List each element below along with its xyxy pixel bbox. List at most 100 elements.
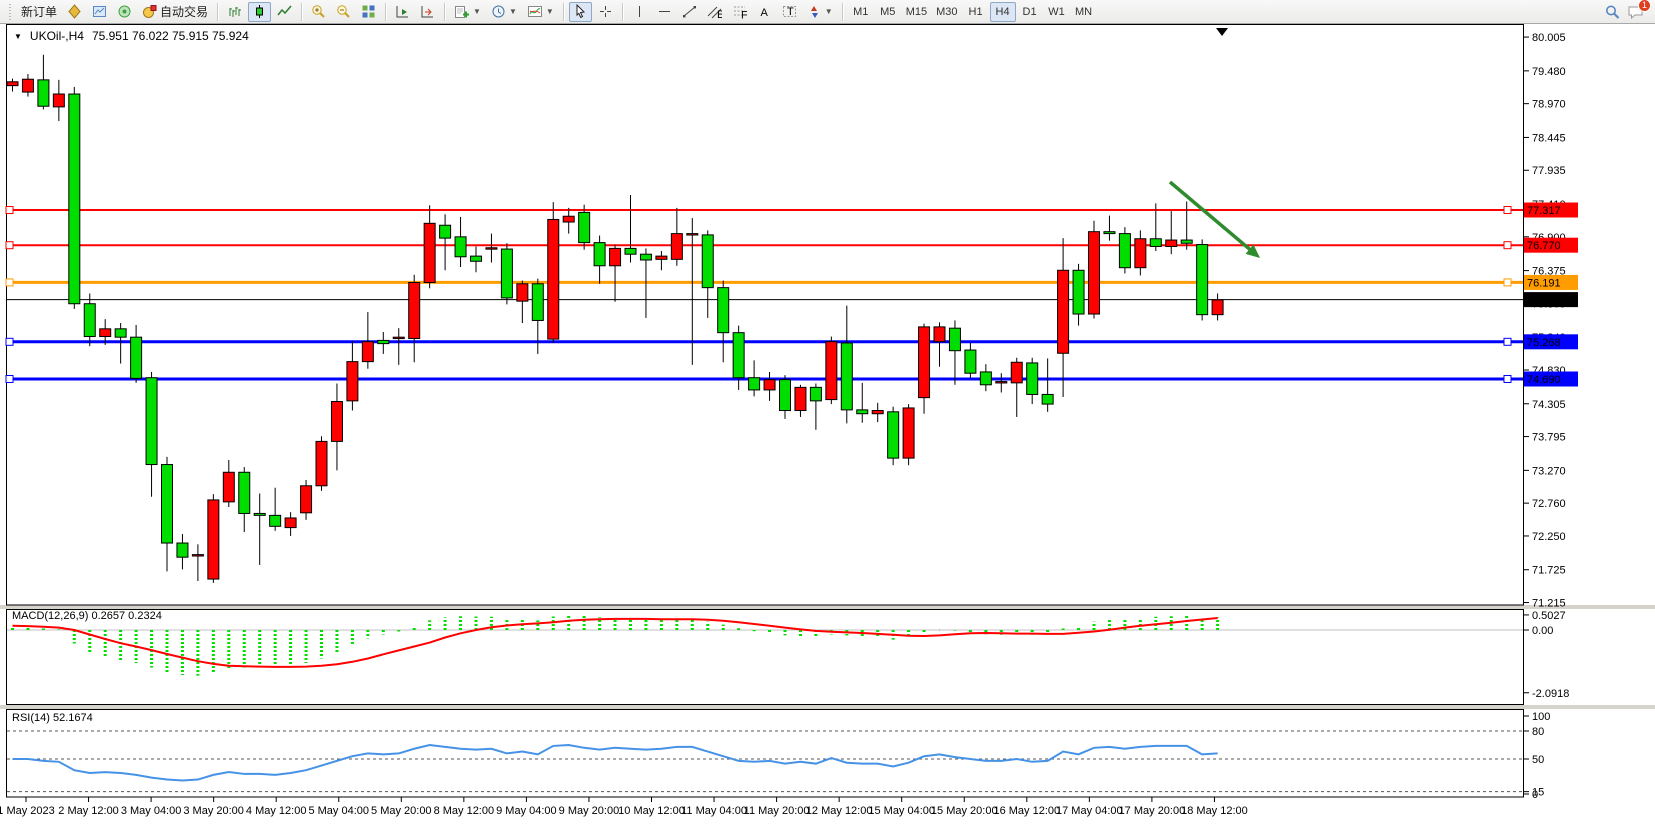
- text-label-tool-button[interactable]: T: [778, 2, 801, 22]
- bar-chart-mode-button[interactable]: [223, 2, 246, 22]
- indicators-icon: [527, 4, 543, 19]
- candlestick-chart-icon: [252, 4, 267, 19]
- auto-trading-button[interactable]: 自动交易: [138, 2, 212, 22]
- svg-text:77.317: 77.317: [1527, 205, 1561, 217]
- candle-body: [795, 387, 806, 410]
- chart-window[interactable]: 80.00579.48078.97078.44577.93577.41076.9…: [0, 24, 1655, 826]
- indicators-button[interactable]: ▼: [523, 2, 558, 22]
- svg-text:9 May 20:00: 9 May 20:00: [559, 805, 620, 817]
- text-tool-button[interactable]: A: [753, 2, 776, 22]
- candle-body: [1197, 245, 1208, 315]
- timeframe-m30-button[interactable]: M30: [932, 2, 961, 22]
- svg-text:73.795: 73.795: [1532, 432, 1566, 444]
- line-handle[interactable]: [6, 279, 13, 286]
- arrows-tool-button[interactable]: ▼: [803, 2, 837, 22]
- chart-canvas[interactable]: 80.00579.48078.97078.44577.93577.41076.9…: [0, 24, 1655, 826]
- toolbar-grip[interactable]: [7, 4, 12, 20]
- candle-body: [949, 328, 960, 351]
- line-handle[interactable]: [6, 338, 13, 345]
- chart-shift-button[interactable]: [416, 2, 439, 22]
- candlestick-mode-button[interactable]: [248, 2, 271, 22]
- svg-text:17 May 04:00: 17 May 04:00: [1056, 805, 1123, 817]
- candle-body: [1119, 234, 1130, 268]
- timeframe-m5-button[interactable]: M5: [875, 2, 901, 22]
- svg-text:76.191: 76.191: [1527, 277, 1561, 289]
- new-order-button[interactable]: 新订单: [17, 2, 61, 22]
- trendline-tool-button[interactable]: [678, 2, 701, 22]
- vertical-line-tool-button[interactable]: [628, 2, 651, 22]
- data-window-icon: [92, 4, 107, 19]
- zoom-in-button[interactable]: [307, 2, 330, 22]
- svg-text:9 May 04:00: 9 May 04:00: [496, 805, 557, 817]
- line-handle[interactable]: [1504, 338, 1511, 345]
- svg-text:79.480: 79.480: [1532, 66, 1566, 78]
- svg-text:8 May 12:00: 8 May 12:00: [434, 805, 495, 817]
- svg-text:15 May 20:00: 15 May 20:00: [931, 805, 998, 817]
- svg-text:77.935: 77.935: [1532, 165, 1566, 177]
- candle-body: [517, 284, 528, 301]
- svg-text:-2.0918: -2.0918: [1532, 688, 1569, 700]
- auto-scroll-button[interactable]: [391, 2, 414, 22]
- candle-body: [625, 248, 636, 254]
- candle-body: [1166, 240, 1177, 246]
- svg-text:17 May 20:00: 17 May 20:00: [1119, 805, 1186, 817]
- timeframe-m1-button[interactable]: M1: [848, 2, 874, 22]
- svg-text:4 May 12:00: 4 May 12:00: [246, 805, 307, 817]
- macd-panel[interactable]: [7, 610, 1524, 705]
- data-window-button[interactable]: [88, 2, 111, 22]
- line-chart-mode-button[interactable]: [273, 2, 296, 22]
- candle-body: [53, 94, 64, 107]
- line-handle[interactable]: [1504, 242, 1511, 249]
- fibonacci-tool-button[interactable]: F: [728, 2, 751, 22]
- svg-text:5 May 04:00: 5 May 04:00: [308, 805, 369, 817]
- one-click-trading-toggle-icon[interactable]: ▼: [14, 32, 22, 41]
- timeframe-m15-button[interactable]: M15: [902, 2, 931, 22]
- rsi-indicator-label: RSI(14) 52.1674: [12, 712, 93, 724]
- candle-body: [316, 441, 327, 485]
- macd-indicator-label: MACD(12,26,9) 0.2657 0.2324: [12, 610, 162, 622]
- line-handle[interactable]: [6, 375, 13, 382]
- timeframe-d1-button[interactable]: D1: [1017, 2, 1043, 22]
- candle-body: [393, 337, 404, 338]
- equidistant-channel-tool-button[interactable]: E: [703, 2, 726, 22]
- candle-body: [347, 362, 358, 401]
- candle-body: [22, 79, 33, 92]
- rsi-panel[interactable]: [7, 710, 1524, 798]
- ohlc-values: 75.951 76.022 75.915 75.924: [92, 29, 249, 43]
- zoom-out-button[interactable]: [332, 2, 355, 22]
- line-handle[interactable]: [1504, 207, 1511, 214]
- notifications-button[interactable]: 1: [1627, 4, 1645, 20]
- line-handle[interactable]: [1504, 279, 1511, 286]
- candle-body: [331, 402, 342, 442]
- chevron-down-icon: ▼: [825, 8, 833, 16]
- tile-windows-button[interactable]: [357, 2, 380, 22]
- candle-body: [980, 372, 991, 385]
- svg-text:72.250: 72.250: [1532, 531, 1566, 543]
- candle-body: [270, 515, 281, 526]
- candle-body: [903, 408, 914, 458]
- timeframe-mn-button[interactable]: MN: [1071, 2, 1097, 22]
- main-chart-panel[interactable]: [7, 25, 1524, 606]
- new-chart-button[interactable]: ▼: [450, 2, 485, 22]
- text-icon: A: [757, 4, 772, 19]
- market-watch-button[interactable]: [63, 2, 86, 22]
- timeframe-h1-button[interactable]: H1: [963, 2, 989, 22]
- trendline-icon: [682, 4, 697, 19]
- profiles-button[interactable]: ▼: [487, 2, 521, 22]
- cursor-tool-button[interactable]: [569, 2, 592, 22]
- timeframe-w1-button[interactable]: W1: [1044, 2, 1070, 22]
- search-icon[interactable]: [1604, 4, 1621, 20]
- line-handle[interactable]: [6, 207, 13, 214]
- line-handle[interactable]: [1504, 375, 1511, 382]
- svg-text:75.268: 75.268: [1527, 337, 1561, 349]
- horizontal-line-tool-button[interactable]: [653, 2, 676, 22]
- line-handle[interactable]: [6, 242, 13, 249]
- candle-body: [1089, 232, 1100, 314]
- navigator-button[interactable]: [113, 2, 136, 22]
- candle-body: [362, 342, 373, 362]
- candle-body: [934, 327, 945, 342]
- crosshair-tool-button[interactable]: [594, 2, 617, 22]
- candle-body: [888, 412, 899, 458]
- svg-text:0: 0: [1532, 789, 1538, 801]
- timeframe-h4-button[interactable]: H4: [990, 2, 1016, 22]
